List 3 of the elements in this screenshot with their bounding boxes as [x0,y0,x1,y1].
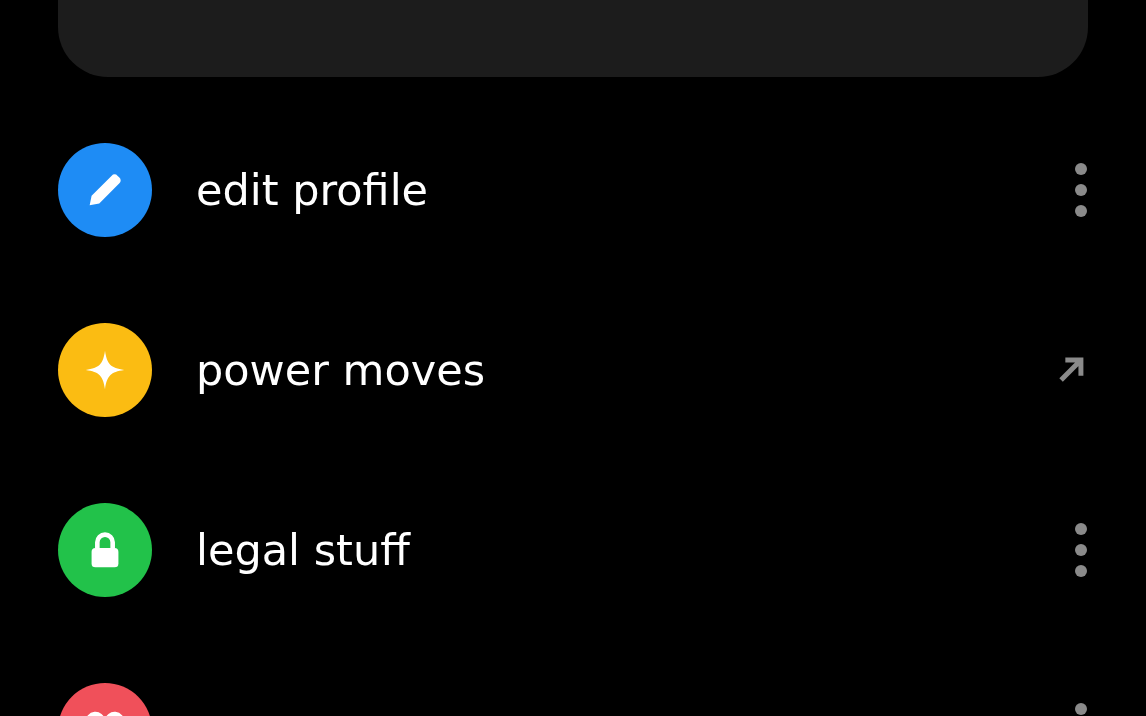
menu-item[interactable]: power moves [196,337,1054,403]
menu-item[interactable]: edit profile [196,157,1074,223]
menu-item[interactable]: legal stuff [196,517,1074,583]
